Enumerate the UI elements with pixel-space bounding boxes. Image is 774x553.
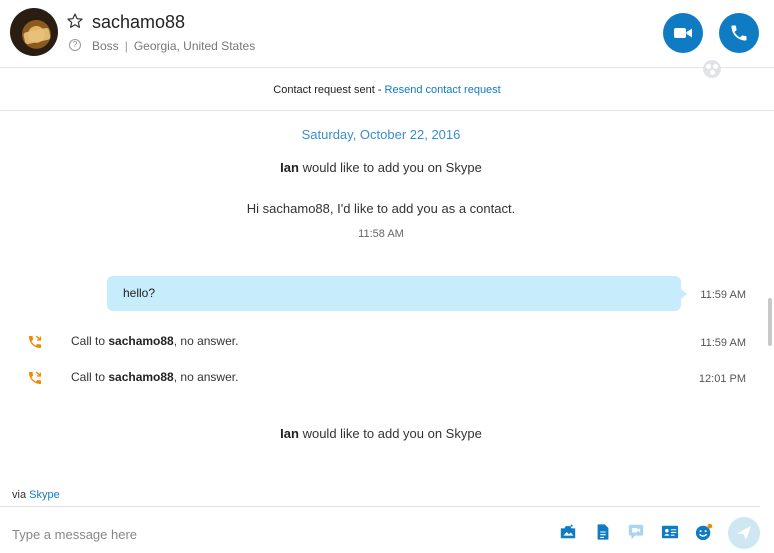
resend-request-link[interactable]: Resend contact request [385, 84, 501, 96]
video-camera-icon [674, 28, 692, 38]
call-event-row: Call to sachamo88, no answer. 12:01 PM [0, 368, 774, 388]
contact-name: sachamo88 [92, 12, 186, 32]
call-prefix: Call to [71, 334, 109, 348]
send-button[interactable] [728, 517, 760, 549]
requester-name: Ian [280, 160, 299, 175]
add-request-text: would like to add you on Skype [298, 160, 482, 175]
contact-avatar[interactable] [10, 8, 58, 56]
call-suffix: , no answer. [173, 370, 239, 384]
call-suffix: , no answer. [173, 334, 239, 348]
call-timestamp: 11:59 AM [700, 337, 746, 349]
call-timestamp: 12:01 PM [698, 373, 746, 385]
via-skype-link[interactable]: Skype [29, 489, 60, 501]
image-icon[interactable] [559, 523, 577, 541]
call-event-text: Call to sachamo88, no answer. [71, 370, 238, 384]
video-message-icon[interactable] [627, 523, 645, 541]
star-outline-icon[interactable] [66, 12, 84, 30]
audio-call-button[interactable] [719, 13, 759, 53]
message-timestamp: 11:58 AM [358, 228, 404, 240]
call-event-text: Call to sachamo88, no answer. [71, 334, 238, 348]
phone-icon [731, 25, 747, 41]
call-contact-name: sachamo88 [108, 370, 174, 384]
file-icon[interactable] [594, 523, 612, 541]
call-event-row: Call to sachamo88, no answer. 11:59 AM [0, 332, 774, 352]
bubble-tail [681, 289, 687, 299]
status-separator: | [124, 39, 128, 53]
contact-status: Boss | Georgia, United States [92, 39, 255, 53]
add-request-notice: Ian would like to add you on Skype [0, 160, 762, 175]
via-prefix: via [12, 489, 30, 501]
call-contact-name: sachamo88 [108, 334, 174, 348]
message-bubble[interactable]: hello? [107, 276, 681, 311]
send-arrow-icon [737, 526, 751, 540]
contact-location: Georgia, United States [133, 39, 256, 53]
contact-request-banner: Contact request sent - Resend contact re… [0, 69, 774, 111]
composer-divider [0, 506, 760, 507]
emoticon-icon[interactable] [695, 523, 713, 541]
add-request-text: would like to add you on Skype [298, 426, 482, 441]
contact-mood: Boss [92, 39, 119, 53]
contact-request-message: Hi sachamo88, I'd like to add you as a c… [246, 201, 516, 216]
call-prefix: Call to [71, 370, 109, 384]
missed-call-icon [29, 335, 41, 348]
message-input[interactable] [12, 523, 432, 545]
conversation-scrollbar[interactable] [768, 298, 772, 346]
add-request-notice: Ian would like to add you on Skype [0, 426, 762, 441]
question-mark-icon: ? [69, 39, 81, 51]
conversation-header: sachamo88 ? Boss | Georgia, United States [0, 0, 774, 68]
missed-call-icon [29, 371, 41, 384]
requester-name: Ian [280, 426, 299, 441]
message-timestamp: 11:59 AM [700, 289, 746, 301]
contact-card-icon[interactable] [661, 523, 679, 541]
video-call-button[interactable] [663, 13, 703, 53]
request-sent-text: Contact request sent - [273, 84, 385, 96]
date-separator: Saturday, October 22, 2016 [301, 127, 461, 142]
via-label: via Skype [12, 489, 60, 501]
